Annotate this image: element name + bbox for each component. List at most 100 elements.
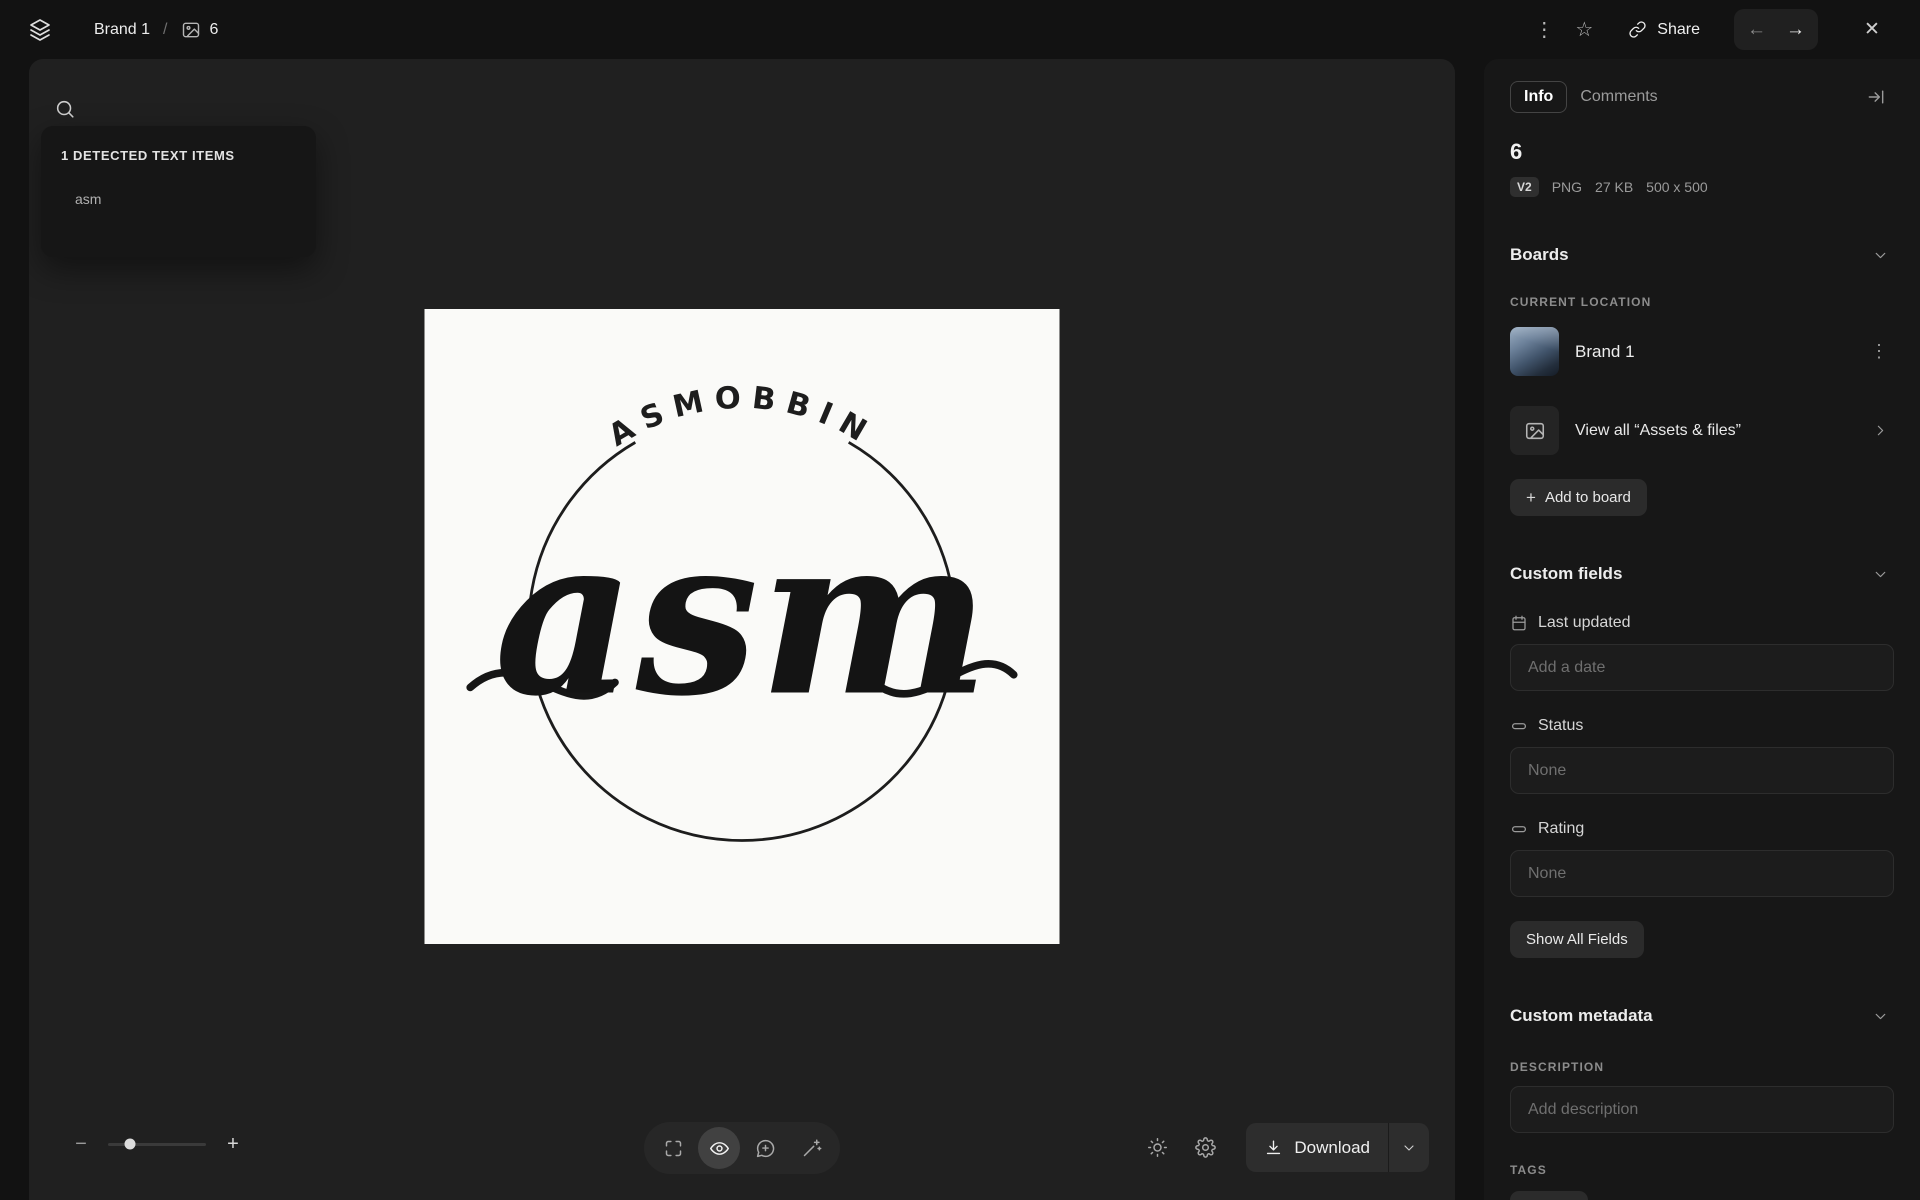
view-toolbar	[644, 1122, 840, 1174]
description-label: DESCRIPTION	[1510, 1060, 1605, 1074]
rating-input[interactable]	[1510, 850, 1894, 897]
minus-icon: −	[75, 1132, 87, 1155]
comment-plus-icon	[755, 1138, 776, 1159]
download-label: Download	[1294, 1137, 1370, 1157]
last-updated-input[interactable]	[1510, 644, 1894, 691]
topbar-actions: ⋮ ☆ Share ← → ✕	[1524, 9, 1892, 50]
breadcrumb-separator: /	[163, 20, 168, 38]
zoom-out-button[interactable]: −	[69, 1132, 93, 1156]
wand-icon	[801, 1138, 822, 1159]
previous-asset-button[interactable]: ←	[1737, 12, 1776, 47]
detected-text-title: 1 DETECTED TEXT ITEMS	[61, 148, 235, 163]
star-icon: ☆	[1575, 19, 1594, 41]
view-all-row[interactable]: View all “Assets & files”	[1510, 406, 1894, 455]
chevron-down-icon[interactable]	[1866, 241, 1894, 269]
add-to-board-button[interactable]: + Add to board	[1510, 479, 1647, 516]
artwork-script-text: asm	[494, 488, 990, 745]
zoom-slider-track	[108, 1142, 206, 1146]
canvas-settings: Download	[1136, 1123, 1429, 1172]
download-icon	[1264, 1138, 1283, 1157]
breadcrumb-asset-label: 6	[209, 20, 219, 38]
more-options-button[interactable]: ⋮	[1524, 10, 1564, 50]
asset-artwork: ASMOBBIN asm	[424, 309, 1060, 944]
close-button[interactable]: ✕	[1852, 10, 1892, 50]
app-logo-icon[interactable]	[28, 18, 52, 42]
assets-files-icon	[1510, 406, 1559, 455]
field-label-text: Status	[1538, 717, 1584, 734]
board-options-button[interactable]: ⋮	[1864, 337, 1894, 367]
topbar: Brand 1 / 6 ⋮ ☆ Share ← → ✕	[0, 0, 1920, 59]
breadcrumb-board[interactable]: Brand 1	[94, 21, 150, 39]
chevron-right-icon	[1866, 417, 1894, 445]
boards-section-title: Boards	[1510, 245, 1569, 264]
file-dimensions: 500 x 500	[1646, 179, 1708, 195]
chevron-down-icon	[1401, 1140, 1417, 1156]
link-icon	[1628, 20, 1647, 39]
plus-icon: +	[1526, 488, 1536, 507]
select-field-icon	[1510, 717, 1528, 735]
zoom-controls: − +	[69, 1132, 245, 1156]
description-input[interactable]	[1510, 1086, 1894, 1133]
chevron-down-icon[interactable]	[1866, 560, 1894, 588]
collapse-sidebar-button[interactable]	[1858, 79, 1894, 115]
breadcrumb: Brand 1 / 6	[94, 20, 218, 40]
plus-icon: +	[227, 1132, 239, 1155]
arrow-left-icon: ←	[1747, 18, 1766, 40]
field-rating: Rating	[1510, 820, 1894, 897]
search-icon	[54, 98, 76, 120]
add-tag-button[interactable]: + Add	[1510, 1191, 1588, 1200]
fit-to-screen-button[interactable]	[652, 1127, 694, 1169]
kebab-icon: ⋮	[1534, 19, 1555, 41]
show-all-fields-label: Show All Fields	[1526, 931, 1628, 948]
field-label: Last updated	[1510, 614, 1894, 632]
add-to-board-label: Add to board	[1544, 489, 1631, 506]
version-badge[interactable]: V2	[1510, 177, 1539, 197]
sidebar-tabs: Info Comments	[1510, 79, 1894, 115]
tab-info[interactable]: Info	[1510, 81, 1568, 113]
close-icon: ✕	[1864, 19, 1880, 40]
download-button[interactable]: Download	[1246, 1123, 1388, 1172]
expand-icon	[663, 1138, 684, 1159]
breadcrumb-asset[interactable]: 6	[181, 20, 219, 40]
boards-section-header[interactable]: Boards	[1510, 241, 1894, 269]
status-input[interactable]	[1510, 747, 1894, 794]
content: 1 DETECTED TEXT ITEMS asm ASMOBBIN asm −	[0, 59, 1920, 1200]
asset-nav: ← →	[1734, 9, 1818, 50]
preview-toggle-button[interactable]	[698, 1127, 740, 1169]
chevron-down-icon[interactable]	[1866, 1002, 1894, 1030]
show-all-fields-button[interactable]: Show All Fields	[1510, 921, 1644, 958]
board-row[interactable]: Brand 1 ⋮	[1510, 327, 1894, 376]
detected-text-panel: 1 DETECTED TEXT ITEMS asm	[41, 126, 316, 257]
edit-wand-button[interactable]	[790, 1127, 832, 1169]
field-label-text: Last updated	[1538, 614, 1631, 631]
search-button[interactable]	[45, 89, 85, 129]
add-comment-button[interactable]	[744, 1127, 786, 1169]
favorite-button[interactable]: ☆	[1564, 10, 1604, 50]
zoom-in-button[interactable]: +	[221, 1132, 245, 1156]
field-label: Status	[1510, 717, 1894, 735]
download-options-button[interactable]	[1389, 1123, 1429, 1172]
field-status: Status	[1510, 717, 1894, 794]
file-format: PNG	[1551, 179, 1583, 195]
board-thumbnail[interactable]	[1510, 327, 1559, 376]
share-button[interactable]: Share	[1614, 12, 1714, 47]
view-all-label: View all “Assets & files”	[1575, 421, 1741, 439]
share-label: Share	[1657, 20, 1700, 38]
brightness-button[interactable]	[1136, 1127, 1178, 1169]
asset-meta: V2 PNG 27 KB 500 x 500	[1510, 177, 1894, 197]
collapse-right-icon	[1866, 87, 1886, 107]
asset-title: 6	[1510, 139, 1523, 164]
settings-button[interactable]	[1184, 1127, 1226, 1169]
gear-icon	[1195, 1137, 1216, 1158]
zoom-slider-knob[interactable]	[124, 1138, 136, 1150]
download-split-button: Download	[1246, 1123, 1429, 1172]
custom-fields-section-header[interactable]: Custom fields	[1510, 560, 1894, 588]
board-name[interactable]: Brand 1	[1575, 342, 1635, 362]
sun-icon	[1147, 1137, 1168, 1158]
detected-text-item[interactable]: asm	[61, 185, 296, 213]
custom-fields-title: Custom fields	[1510, 564, 1623, 583]
tab-comments[interactable]: Comments	[1567, 82, 1670, 112]
zoom-slider[interactable]	[108, 1137, 206, 1151]
custom-metadata-section-header[interactable]: Custom metadata	[1510, 1002, 1894, 1030]
next-asset-button[interactable]: →	[1776, 12, 1815, 47]
